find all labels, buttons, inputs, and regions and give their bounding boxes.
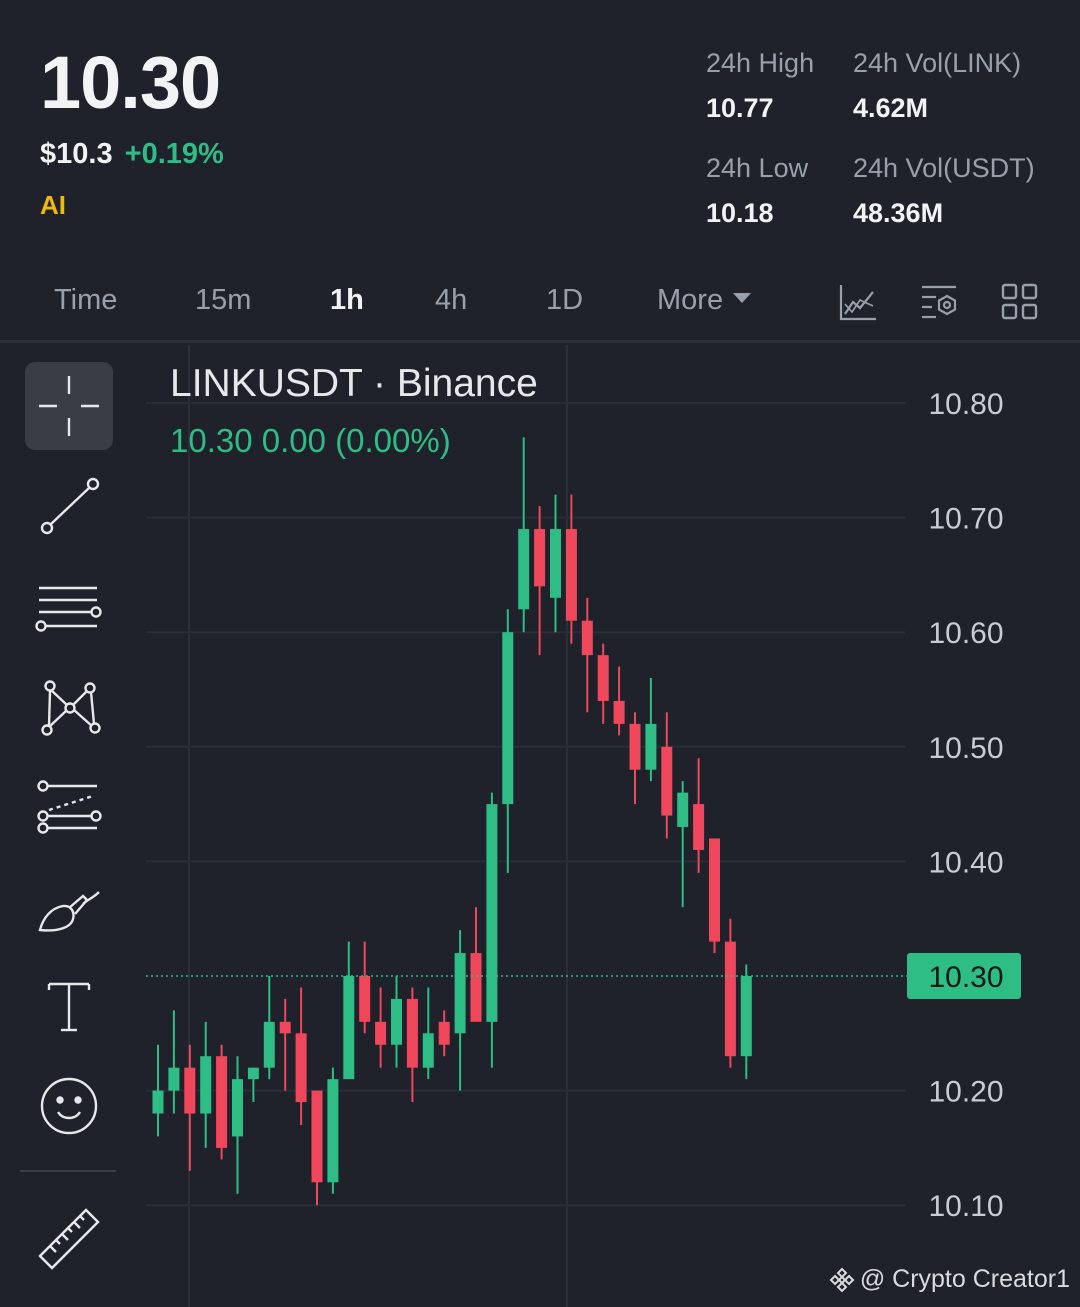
candle-body xyxy=(359,976,371,1022)
text-icon xyxy=(47,982,91,1032)
horizontal-lines-tool[interactable] xyxy=(25,562,113,650)
trend-line-tool[interactable] xyxy=(25,462,113,550)
current-price-tag-label: 10.30 xyxy=(928,961,1003,994)
candle-body xyxy=(454,953,466,1034)
candle-body xyxy=(581,620,593,656)
candle-body xyxy=(406,998,418,1068)
candle-body xyxy=(724,941,736,1057)
candle-body xyxy=(438,1021,450,1045)
candle-body xyxy=(534,529,546,587)
candle-body xyxy=(629,723,641,770)
crosshair-tool[interactable] xyxy=(25,362,113,450)
candle-body xyxy=(216,1056,228,1148)
y-axis-tick-label: 10.80 xyxy=(928,388,1003,421)
candle-body xyxy=(279,1021,291,1034)
emoji-tool[interactable] xyxy=(25,1062,113,1150)
candle-body xyxy=(550,529,561,598)
text-tool[interactable] xyxy=(25,962,113,1050)
y-axis-tick-label: 10.50 xyxy=(928,732,1003,765)
y-axis-tick-label: 10.20 xyxy=(928,1076,1003,1109)
candle-body xyxy=(152,1090,164,1114)
sidebar-divider xyxy=(20,1170,116,1172)
candle-body xyxy=(263,1021,275,1068)
candle-body xyxy=(709,838,720,942)
candle-body xyxy=(693,804,705,850)
chart-symbol-label: LINKUSDT · Binance xyxy=(170,362,538,405)
candle-body xyxy=(200,1056,212,1114)
brush-tool[interactable] xyxy=(25,862,113,950)
chart-ohlc-label: 10.30 0.00 (0.00%) xyxy=(170,422,451,459)
candle-body xyxy=(311,1090,323,1183)
watermark: @ Crypto Creator1 xyxy=(828,1265,1070,1294)
trend-line-icon xyxy=(40,477,100,535)
fib-channel-icon xyxy=(37,780,102,834)
candle-body xyxy=(184,1067,196,1114)
candle-body xyxy=(470,953,482,1022)
candle-body xyxy=(740,976,752,1057)
horizontal-lines-icon xyxy=(35,586,102,632)
candle-body xyxy=(391,998,402,1045)
y-axis-tick-label: 10.60 xyxy=(928,617,1003,650)
crosshair-icon xyxy=(39,376,99,436)
y-axis-tick-label: 10.70 xyxy=(928,503,1003,536)
pattern-tool[interactable] xyxy=(25,662,113,750)
candle-body xyxy=(597,655,609,701)
candle-body xyxy=(327,1079,339,1183)
candle-body xyxy=(613,700,625,724)
watermark-text: @ Crypto Creator1 xyxy=(859,1265,1070,1293)
candle-body xyxy=(232,1079,243,1137)
y-axis-tick-label: 10.10 xyxy=(928,1190,1003,1223)
fib-channel-tool[interactable] xyxy=(25,762,113,850)
candle-body xyxy=(565,529,577,621)
ruler-tool[interactable] xyxy=(25,1195,113,1283)
candle-body xyxy=(422,1033,434,1068)
binance-logo-icon xyxy=(829,1267,855,1292)
candle-body xyxy=(677,792,689,828)
candlestick-chart[interactable]: 10.80 10.70 10.60 10.50 10.40 10.20 10.10 10.30 xyxy=(0,0,1080,1307)
emoji-icon xyxy=(40,1077,98,1135)
y-axis-tick-label: 10.40 xyxy=(928,846,1003,879)
candle-body xyxy=(343,976,355,1080)
brush-icon xyxy=(38,891,100,932)
candle-body xyxy=(502,632,514,805)
ruler-icon xyxy=(38,1208,100,1270)
candle-body xyxy=(645,723,657,770)
candle-body xyxy=(168,1067,180,1091)
pattern-icon xyxy=(41,680,101,736)
candle-body xyxy=(518,529,530,610)
candle-body xyxy=(375,1021,387,1045)
candle-body xyxy=(661,746,673,816)
candle-body xyxy=(295,1033,307,1103)
candle-body xyxy=(247,1067,259,1080)
candle-body xyxy=(486,804,498,1022)
